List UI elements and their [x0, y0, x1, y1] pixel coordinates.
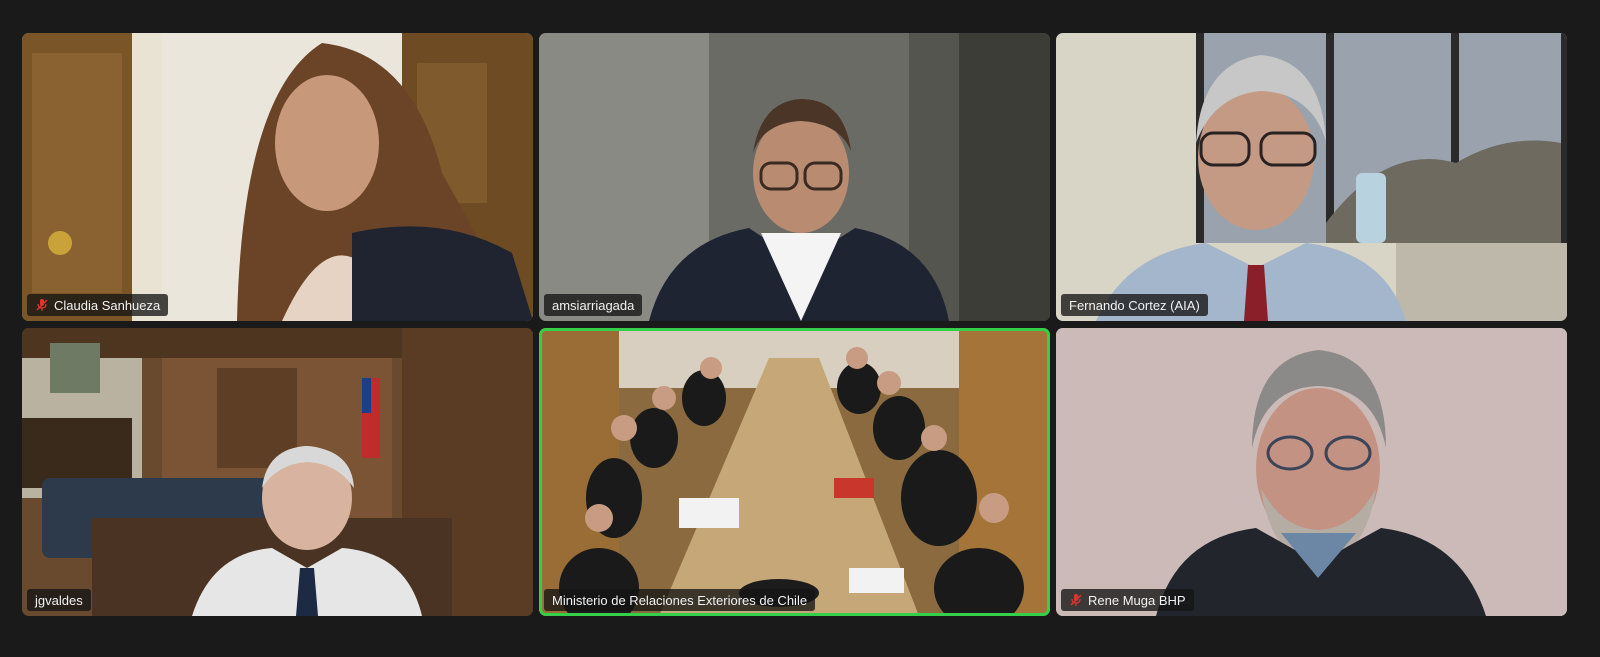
participant-nameplate: jgvaldes [27, 589, 91, 611]
participant-nameplate: Fernando Cortez (AIA) [1061, 294, 1208, 316]
gallery-view: Claudia Sanhueza amsiarriagada Fernando … [22, 33, 1567, 616]
participant-tile-jgvaldes[interactable]: jgvaldes [22, 328, 533, 616]
microphone-off-icon [36, 299, 48, 311]
participant-video [22, 33, 533, 321]
participant-tile-ministerio[interactable]: Ministerio de Relaciones Exteriores de C… [539, 328, 1050, 616]
participant-tile-rene-muga[interactable]: Rene Muga BHP [1056, 328, 1567, 616]
participant-nameplate: Rene Muga BHP [1061, 589, 1194, 611]
participant-video [539, 33, 1050, 321]
participant-nameplate: Ministerio de Relaciones Exteriores de C… [544, 589, 816, 611]
participant-nameplate: amsiarriagada [544, 294, 643, 316]
participant-name: Ministerio de Relaciones Exteriores de C… [552, 592, 808, 608]
participant-video [539, 328, 1050, 616]
participant-name: Rene Muga BHP [1088, 592, 1186, 608]
participant-tile-fernando-cortez[interactable]: Fernando Cortez (AIA) [1056, 33, 1567, 321]
microphone-off-icon [1070, 594, 1082, 606]
participant-name: Claudia Sanhueza [54, 297, 161, 313]
participant-nameplate: Claudia Sanhueza [27, 294, 169, 316]
participant-video [1056, 33, 1567, 321]
participant-name: jgvaldes [35, 592, 83, 608]
participant-tile-amsiarriagada[interactable]: amsiarriagada [539, 33, 1050, 321]
participant-name: amsiarriagada [552, 297, 635, 313]
participant-name: Fernando Cortez (AIA) [1069, 297, 1200, 313]
participant-video [22, 328, 533, 616]
participant-tile-claudia-sanhueza[interactable]: Claudia Sanhueza [22, 33, 533, 321]
participant-video [1056, 328, 1567, 616]
